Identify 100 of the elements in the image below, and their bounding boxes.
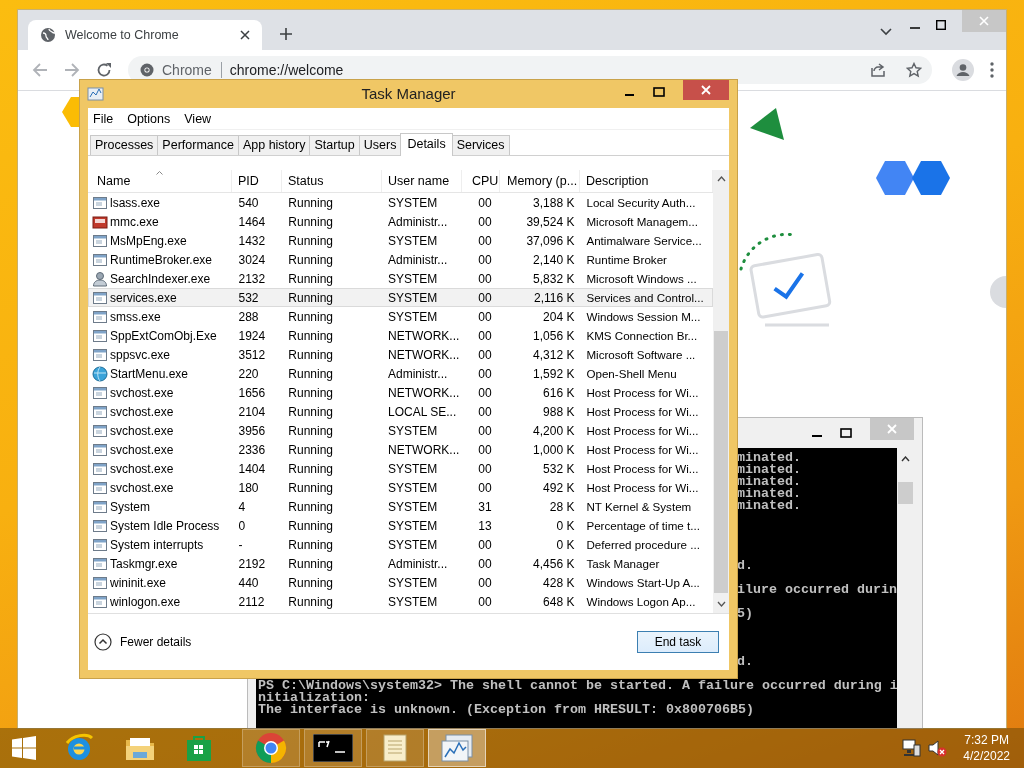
scroll-thumb[interactable]	[898, 482, 913, 504]
column-header[interactable]: CPU	[462, 170, 500, 192]
pid-cell-text: 1656	[237, 385, 267, 400]
memory-cell-text: 988 K	[542, 404, 576, 419]
description-cell-text: Local Security Auth...	[585, 196, 697, 209]
cpu-cell-text: 00	[477, 404, 493, 419]
column-header[interactable]: Name	[88, 170, 232, 192]
status-cell-text: Running	[287, 423, 335, 438]
maximize-icon[interactable]	[936, 20, 946, 30]
pid-cell-text: 3956	[237, 423, 267, 438]
triangle-shape	[750, 108, 784, 140]
process-name: svchost.exe	[110, 404, 174, 419]
description-cell-text: Host Process for Wi...	[585, 386, 700, 399]
user-cell-text: Administr...	[387, 252, 449, 267]
scroll-thumb[interactable]	[714, 331, 728, 593]
status-cell-text: Running	[287, 518, 335, 533]
menu-icon[interactable]	[990, 62, 994, 78]
description-cell-text: Host Process for Wi...	[585, 481, 700, 494]
site-label: Chrome	[162, 62, 222, 78]
browser-e-icon[interactable]	[64, 733, 94, 763]
menu-item[interactable]: File	[93, 111, 114, 126]
scroll-up-icon[interactable]	[901, 456, 910, 462]
close-icon	[979, 16, 989, 26]
clock-time[interactable]: 7:32 PM	[964, 732, 1009, 748]
process-name: services.exe	[110, 290, 177, 305]
scroll-down-icon[interactable]	[716, 601, 726, 607]
tab[interactable]: Details	[400, 133, 453, 156]
maximize-icon[interactable]	[653, 87, 665, 97]
column-header[interactable]: PID	[232, 170, 282, 192]
tab[interactable]: Performance	[157, 135, 239, 155]
status-cell-text: Running	[287, 195, 335, 210]
user-cell-text: Administr...	[387, 214, 449, 229]
maximize-icon[interactable]	[840, 428, 852, 438]
window-icon	[92, 194, 108, 211]
window-icon	[92, 232, 108, 249]
cpu-cell-text: 00	[477, 537, 493, 552]
memory-cell-text: 37,096 K	[525, 233, 576, 248]
cpu-cell-text: 00	[477, 442, 493, 457]
process-name: svchost.exe	[110, 442, 174, 457]
memory-cell-text: 4,200 K	[532, 423, 576, 438]
taskbar-button[interactable]	[304, 729, 362, 767]
memory-cell-text: 4,456 K	[532, 556, 576, 571]
fewer-details-link[interactable]: Fewer details	[94, 633, 192, 651]
tab[interactable]: Startup	[309, 135, 360, 155]
console-line: PS C:\Windows\system32> The shell cannot be started. A failure occurred during i	[258, 678, 897, 693]
user-cell-text: LOCAL SE...	[387, 404, 458, 419]
process-name: wininit.exe	[110, 575, 167, 590]
status-cell-text: Running	[287, 271, 335, 286]
tab[interactable]: Users	[358, 135, 402, 155]
close-button[interactable]	[683, 80, 729, 100]
process-name: SearchIndexer.exe	[110, 271, 211, 286]
process-name: StartMenu.exe	[110, 366, 189, 381]
user-cell-text: Administr...	[387, 366, 449, 381]
cpu-cell-text: 00	[477, 556, 493, 571]
console-line: 5)	[737, 606, 753, 621]
close-icon[interactable]	[240, 30, 250, 40]
clock-date[interactable]: 4/2/2022	[963, 748, 1010, 764]
description-cell-text: Microsoft Managem...	[585, 215, 699, 228]
cpu-cell-text: 00	[477, 233, 493, 248]
caret-icon[interactable]	[880, 28, 892, 36]
tab[interactable]: Services	[451, 135, 510, 155]
cpu-cell-text: 00	[477, 271, 493, 286]
column-header[interactable]: Memory (p...	[500, 170, 580, 192]
column-header[interactable]: Status	[282, 170, 382, 192]
process-name: Taskmgr.exe	[110, 556, 178, 571]
menu-item[interactable]: Options	[127, 111, 171, 126]
avatar-icon[interactable]	[952, 59, 974, 81]
memory-cell-text: 532 K	[542, 461, 576, 476]
globe-icon	[92, 365, 108, 382]
memory-cell-text: 428 K	[542, 575, 576, 590]
console-line: ilure occurred durin	[737, 582, 897, 597]
menu-item[interactable]: View	[184, 111, 212, 126]
status-cell-text: Running	[287, 347, 335, 362]
reload-icon[interactable]	[96, 62, 112, 78]
window-icon	[92, 555, 108, 572]
shopping-bag-icon[interactable]	[186, 734, 212, 762]
cpu-cell-text: 00	[477, 461, 493, 476]
tab[interactable]: App history	[237, 135, 311, 155]
share-icon[interactable]	[870, 62, 886, 78]
end-task-button[interactable]: End task	[637, 631, 719, 653]
scrollbar[interactable]	[713, 170, 729, 613]
user-cell-text: SYSTEM	[387, 290, 439, 305]
window-icon	[92, 574, 108, 591]
star-icon[interactable]	[906, 62, 922, 78]
column-header[interactable]: User name	[382, 170, 462, 192]
browser-tab[interactable]: Welcome to Chrome	[28, 20, 262, 50]
console-line: nitialization:	[258, 690, 370, 705]
pid-cell-text: 1432	[237, 233, 267, 248]
tab[interactable]: Processes	[90, 135, 159, 155]
window-icon	[92, 384, 108, 401]
scroll-up-icon[interactable]	[716, 176, 726, 182]
network-icon[interactable]	[901, 739, 922, 757]
windows-logo-icon[interactable]	[12, 736, 36, 760]
status-cell-text: Running	[287, 328, 335, 343]
window-icon	[92, 346, 108, 363]
new-tab-icon[interactable]	[280, 28, 292, 40]
selected-row[interactable]: services.exe 532 Running SYSTEM 00 2,116 K Services and Control...	[88, 288, 713, 307]
speaker-muted-icon[interactable]	[927, 739, 948, 757]
description-cell-text: KMS Connection Br...	[585, 329, 699, 342]
status-cell-text: Running	[287, 537, 335, 552]
